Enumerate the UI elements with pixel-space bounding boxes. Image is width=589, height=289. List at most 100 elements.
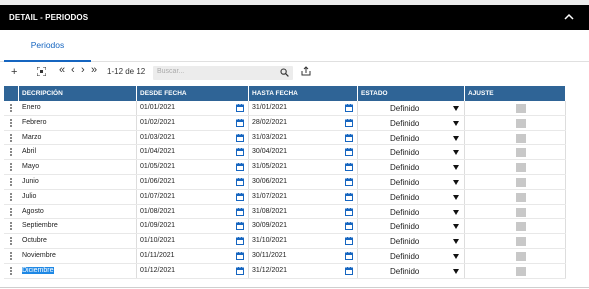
table-row[interactable]: Octubre 01/10/2021 31/10/2021 Definido: [4, 234, 566, 249]
dropdown-arrow-icon[interactable]: [453, 268, 459, 274]
descripcion-cell[interactable]: Mayo: [19, 160, 137, 174]
estado-select[interactable]: Definido: [358, 101, 465, 115]
column-header-hasta-fecha[interactable]: HASTA FECHA: [249, 86, 358, 101]
desde-fecha-cell[interactable]: 01/01/2021: [137, 101, 249, 115]
table-row[interactable]: Febrero 01/02/2021 28/02/2021 Definido: [4, 115, 566, 131]
desde-fecha-cell[interactable]: 01/09/2021: [137, 219, 249, 234]
ajuste-checkbox[interactable]: [516, 222, 526, 232]
table-row[interactable]: Marzo 01/03/2021 31/03/2021 Definido: [4, 130, 566, 146]
descripcion-cell[interactable]: Enero: [19, 101, 137, 115]
estado-select[interactable]: Definido: [358, 130, 465, 145]
calendar-icon[interactable]: [236, 118, 244, 127]
more-vert-icon[interactable]: [10, 133, 12, 142]
calendar-icon[interactable]: [345, 104, 353, 112]
dropdown-arrow-icon[interactable]: [453, 253, 459, 259]
estado-select[interactable]: Definido: [358, 248, 465, 263]
expand-icon[interactable]: [37, 67, 46, 76]
calendar-icon[interactable]: [345, 192, 353, 201]
row-menu[interactable]: [4, 131, 19, 145]
calendar-icon[interactable]: [345, 148, 353, 157]
desde-fecha-cell[interactable]: 01/02/2021: [137, 115, 249, 130]
desde-fecha-cell[interactable]: 01/08/2021: [137, 204, 249, 219]
row-menu[interactable]: [4, 190, 19, 204]
ajuste-checkbox[interactable]: [516, 177, 526, 187]
row-menu[interactable]: [4, 249, 19, 263]
calendar-icon[interactable]: [236, 237, 244, 246]
hasta-fecha-cell[interactable]: 31/10/2021: [249, 234, 358, 248]
table-row[interactable]: Julio 01/07/2021 31/07/2021 Definido: [4, 189, 566, 205]
descripcion-cell[interactable]: Diciembre: [19, 263, 137, 278]
dropdown-arrow-icon[interactable]: [453, 209, 459, 215]
first-page-button[interactable]: «: [59, 64, 65, 76]
row-menu[interactable]: [4, 234, 19, 248]
estado-select[interactable]: Definido: [358, 174, 465, 189]
ajuste-checkbox[interactable]: [516, 163, 526, 173]
estado-select[interactable]: Definido: [358, 234, 465, 248]
desde-fecha-cell[interactable]: 01/04/2021: [137, 145, 249, 160]
more-vert-icon[interactable]: [10, 237, 12, 246]
descripcion-cell[interactable]: Octubre: [19, 234, 137, 248]
hasta-fecha-cell[interactable]: 30/06/2021: [249, 174, 358, 189]
column-header-descripcion[interactable]: DECRIPCIÓN: [19, 86, 137, 101]
column-header-ajuste[interactable]: AJUSTE: [465, 86, 566, 101]
more-vert-icon[interactable]: [10, 266, 12, 275]
more-vert-icon[interactable]: [10, 222, 12, 231]
calendar-icon[interactable]: [345, 266, 353, 275]
hasta-fecha-cell[interactable]: 30/09/2021: [249, 219, 358, 234]
calendar-icon[interactable]: [236, 207, 244, 216]
calendar-icon[interactable]: [236, 163, 244, 172]
calendar-icon[interactable]: [345, 163, 353, 172]
desde-fecha-cell[interactable]: 01/10/2021: [137, 234, 249, 248]
calendar-icon[interactable]: [345, 251, 353, 260]
calendar-icon[interactable]: [345, 177, 353, 186]
column-header-desde-fecha[interactable]: DESDE FECHA: [137, 86, 249, 101]
calendar-icon[interactable]: [236, 133, 244, 142]
more-vert-icon[interactable]: [10, 192, 12, 201]
prev-page-button[interactable]: ‹: [71, 64, 75, 76]
row-menu[interactable]: [4, 145, 19, 159]
estado-select[interactable]: Definido: [358, 145, 465, 160]
descripcion-cell[interactable]: Julio: [19, 189, 137, 204]
desde-fecha-cell[interactable]: 01/06/2021: [137, 174, 249, 189]
last-page-button[interactable]: »: [91, 64, 97, 76]
hasta-fecha-cell[interactable]: 31/12/2021: [249, 263, 358, 278]
dropdown-arrow-icon[interactable]: [453, 165, 459, 171]
calendar-icon[interactable]: [345, 133, 353, 142]
descripcion-cell[interactable]: Septiembre: [19, 219, 137, 234]
ajuste-checkbox[interactable]: [516, 118, 526, 128]
calendar-icon[interactable]: [236, 192, 244, 201]
table-row[interactable]: Agosto 01/08/2021 31/08/2021 Definido: [4, 204, 566, 220]
add-button[interactable]: +: [11, 66, 17, 78]
hasta-fecha-cell[interactable]: 31/08/2021: [249, 204, 358, 219]
ajuste-checkbox[interactable]: [516, 133, 526, 143]
more-vert-icon[interactable]: [10, 118, 12, 127]
ajuste-checkbox[interactable]: [516, 104, 526, 113]
calendar-icon[interactable]: [345, 118, 353, 127]
row-menu[interactable]: [4, 116, 19, 130]
search-icon[interactable]: [280, 68, 289, 77]
dropdown-arrow-icon[interactable]: [453, 224, 459, 230]
calendar-icon[interactable]: [236, 266, 244, 275]
row-menu[interactable]: [4, 175, 19, 189]
dropdown-arrow-icon[interactable]: [453, 150, 459, 156]
ajuste-checkbox[interactable]: [516, 251, 526, 261]
hasta-fecha-cell[interactable]: 30/04/2021: [249, 145, 358, 160]
descripcion-cell[interactable]: Abril: [19, 145, 137, 160]
table-row[interactable]: Septiembre 01/09/2021 30/09/2021 Definido: [4, 219, 566, 235]
ajuste-checkbox[interactable]: [516, 148, 526, 158]
calendar-icon[interactable]: [345, 207, 353, 216]
calendar-icon[interactable]: [236, 148, 244, 157]
estado-select[interactable]: Definido: [358, 263, 465, 278]
estado-select[interactable]: Definido: [358, 160, 465, 174]
dropdown-arrow-icon[interactable]: [453, 120, 459, 126]
hasta-fecha-cell[interactable]: 30/11/2021: [249, 248, 358, 263]
table-row[interactable]: Enero 01/01/2021 31/01/2021 Definido: [4, 101, 566, 116]
row-menu[interactable]: [4, 205, 19, 219]
row-menu[interactable]: [4, 264, 19, 278]
row-menu[interactable]: [4, 101, 19, 115]
more-vert-icon[interactable]: [10, 163, 12, 172]
column-header-estado[interactable]: ESTADO: [358, 86, 465, 101]
calendar-icon[interactable]: [236, 222, 244, 231]
table-row[interactable]: Mayo 01/05/2021 31/05/2021 Definido: [4, 160, 566, 175]
tab-periodos[interactable]: Periodos: [4, 30, 91, 62]
